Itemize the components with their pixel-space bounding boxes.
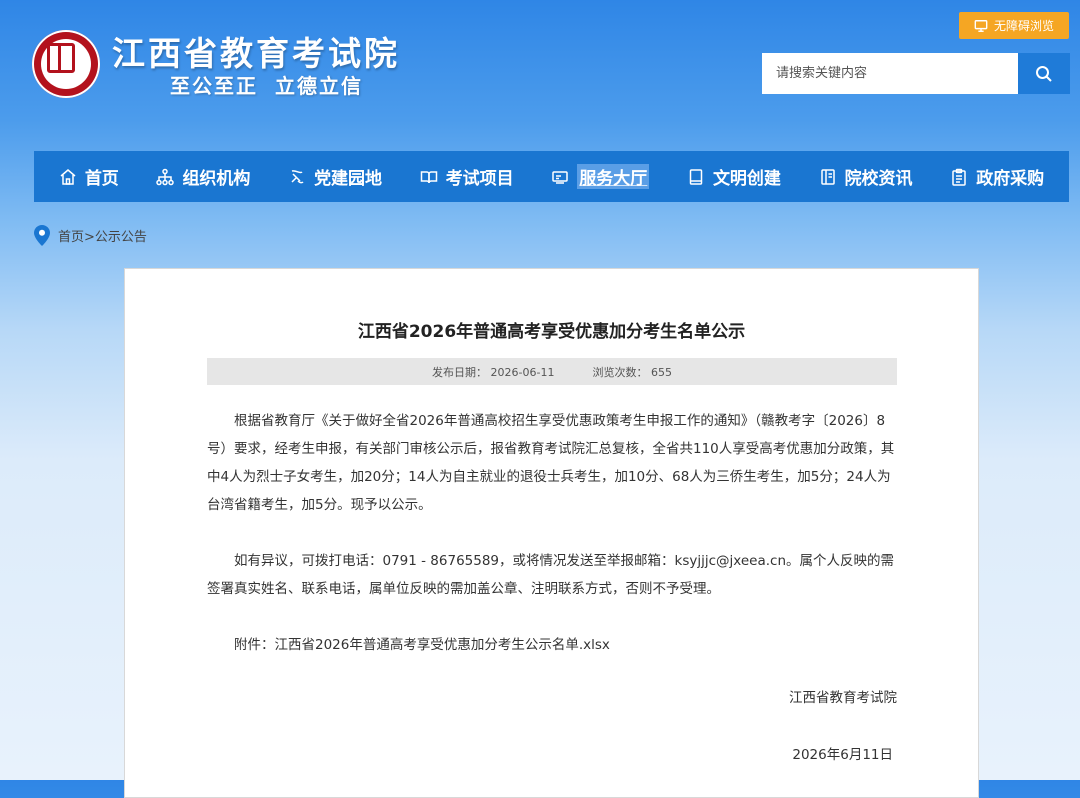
signature-org: 江西省教育考试院	[789, 690, 897, 706]
article-title: 江西省2026年普通高考享受优惠加分考生名单公示	[357, 322, 746, 342]
search-button[interactable]	[1018, 53, 1070, 94]
article-meta: 发布日期： 2026-06-11 浏览次数： 655	[207, 358, 897, 385]
nav-label: 政府采购	[976, 169, 1045, 189]
signature-date: 2026年6月11日	[792, 747, 893, 763]
nav-item-school-news[interactable]: 院校资讯	[819, 164, 913, 189]
nav-item-service-hall[interactable]: 服务大厅	[551, 164, 650, 189]
publish-date: 发布日期： 2026-06-11	[432, 365, 555, 379]
service-icon	[552, 170, 569, 184]
home-icon	[60, 168, 76, 185]
monitor-icon	[974, 19, 988, 32]
accessibility-label: 无障碍浏览	[993, 19, 1054, 33]
accessibility-button[interactable]: 无障碍浏览	[959, 12, 1069, 39]
nav-item-exam-projects[interactable]: 考试项目	[420, 164, 514, 189]
nav-label: 服务大厅	[577, 164, 650, 189]
nav-label: 首页	[84, 169, 119, 189]
nav-label: 文明创建	[712, 169, 781, 189]
attachment-link[interactable]: 附件：江西省2026年普通高考享受优惠加分考生公示名单.xlsx	[207, 631, 897, 659]
view-count: 浏览次数： 655	[592, 365, 672, 379]
site-title: 江西省教育考试院	[112, 34, 400, 73]
nav-item-party-building[interactable]: 党建园地	[288, 164, 382, 189]
nav-label: 院校资讯	[844, 169, 913, 189]
document-icon	[820, 168, 835, 185]
search-box	[762, 53, 1070, 94]
nav-item-home[interactable]: 首页	[59, 164, 119, 189]
book-open-icon	[420, 170, 437, 183]
breadcrumb: 首页>公示公告	[34, 225, 147, 246]
notebook-icon	[689, 168, 703, 185]
article-body: 根据省教育厅《关于做好全省2026年普通高校招生享受优惠政策考生申报工作的通知》…	[207, 407, 897, 687]
article-paragraph: 如有异议，可拨打电话：0791 - 86765589，或将情况发送至举报邮箱：k…	[207, 553, 895, 597]
org-chart-icon	[156, 168, 175, 185]
search-icon	[1036, 65, 1052, 82]
nav-label: 组织机构	[182, 169, 251, 189]
location-pin-icon	[34, 225, 50, 246]
site-logo[interactable]	[32, 30, 100, 98]
nav-item-organization[interactable]: 组织机构	[156, 164, 250, 189]
site-slogan: 至公至正 立德立信	[170, 74, 363, 98]
main-nav: 首页 组织机构 党建园地 考试项目 服务大厅 文明创建 院校资讯 政府采购	[34, 151, 1069, 202]
breadcrumb-current[interactable]: 公示公告	[95, 230, 147, 245]
breadcrumb-separator: >	[84, 230, 95, 245]
nav-item-civilization[interactable]: 文明创建	[687, 164, 781, 189]
clipboard-icon	[952, 168, 966, 186]
logo-emblem	[32, 30, 100, 98]
party-icon	[291, 169, 304, 183]
nav-label: 考试项目	[445, 169, 514, 189]
breadcrumb-home-link[interactable]: 首页	[58, 230, 84, 245]
nav-label: 党建园地	[314, 169, 383, 189]
nav-item-procurement[interactable]: 政府采购	[950, 164, 1044, 189]
article-panel: 江西省2026年普通高考享受优惠加分考生名单公示 发布日期： 2026-06-1…	[124, 268, 979, 798]
article-paragraph: 根据省教育厅《关于做好全省2026年普通高校招生享受优惠政策考生申报工作的通知》…	[207, 413, 895, 513]
search-input[interactable]	[762, 53, 1018, 94]
logo-mark-icon	[47, 43, 75, 73]
